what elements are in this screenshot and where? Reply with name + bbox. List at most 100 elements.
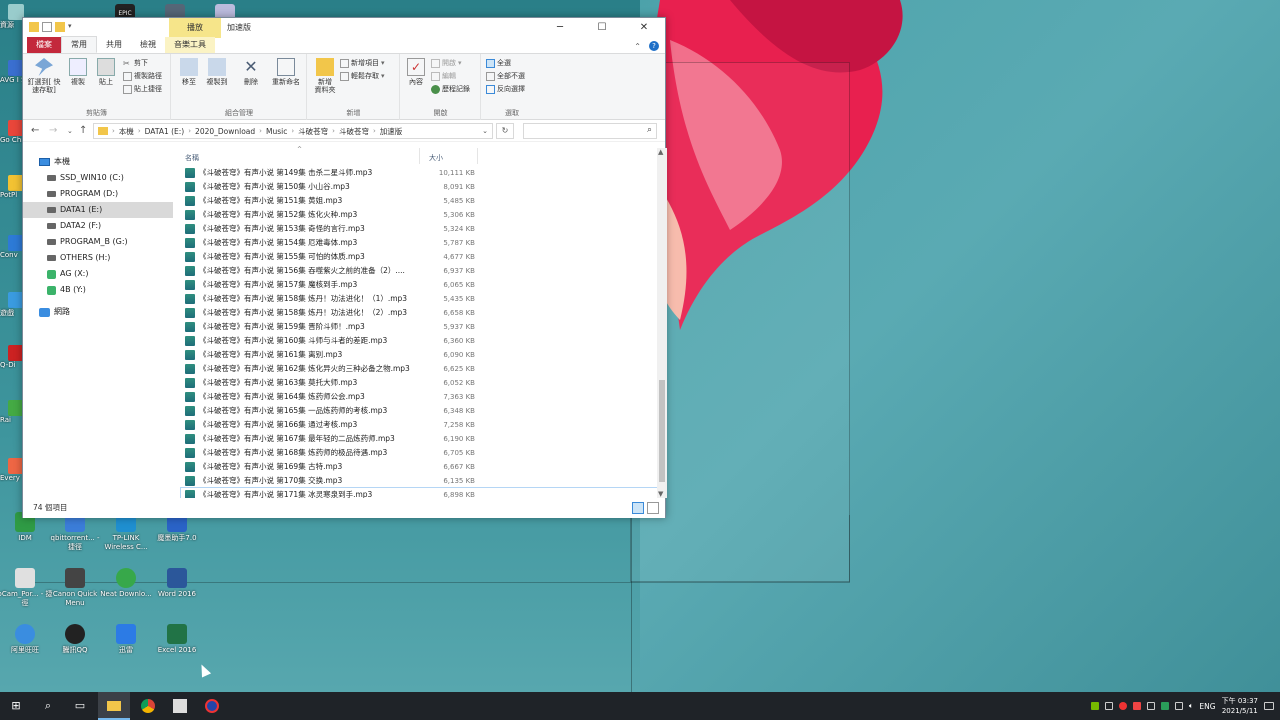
vertical-scrollbar[interactable]: ▲ ▼	[657, 148, 667, 498]
nav-item-drive-h[interactable]: OTHERS (H:)	[23, 250, 173, 266]
record-icon[interactable]	[1118, 702, 1127, 710]
file-row[interactable]: 《斗破苍穹》有声小说 第158集 炼丹！功法进化！（2）.mp3 6,658 KB	[181, 306, 657, 320]
taskbar-chrome[interactable]	[132, 692, 164, 720]
breadcrumb-item[interactable]: 斗破苍穹	[339, 126, 369, 137]
tab-file[interactable]: 檔案	[27, 37, 61, 53]
file-row[interactable]: 《斗破苍穹》有声小说 第156集 吞噬紫火之前的准备（2）.... 6,937 K…	[181, 264, 657, 278]
desktop-icon-neat[interactable]: Neat Downlo...	[98, 568, 154, 599]
column-size[interactable]: 大小	[429, 153, 443, 163]
cut-button[interactable]: ✂ 剪下	[123, 58, 148, 68]
taskbar-file-explorer[interactable]	[98, 692, 130, 720]
volume-icon[interactable]: 🔈︎	[1189, 701, 1194, 711]
details-view-button[interactable]	[632, 502, 644, 514]
refresh-button[interactable]: ↻	[496, 123, 514, 139]
properties-button[interactable]: ✓ 內容	[403, 58, 429, 86]
breadcrumb-item[interactable]: 加速版	[380, 126, 403, 137]
breadcrumb-item[interactable]: 2020_Download	[195, 127, 255, 136]
file-row[interactable]: 《斗破苍穹》有声小说 第159集 晋阶斗师！.mp3 5,937 KB	[181, 320, 657, 334]
nav-item-drive-e[interactable]: DATA1 (E:)	[23, 202, 173, 218]
column-name[interactable]: 名稱	[185, 153, 199, 163]
file-row[interactable]: 《斗破苍穹》有声小说 第149集 击杀二星斗师.mp3 10,111 KB	[181, 166, 657, 180]
input-language[interactable]: ENG	[1199, 702, 1215, 711]
properties-qat-icon[interactable]	[42, 22, 52, 32]
nav-item-this-pc[interactable]: 本機	[23, 154, 173, 170]
context-tab-play[interactable]: 播放	[169, 18, 221, 38]
file-row[interactable]: 《斗破苍穹》有声小说 第165集 一品炼药师的考核.mp3 6,348 KB	[181, 404, 657, 418]
address-dropdown-icon[interactable]: ⌄	[482, 127, 488, 135]
taskbar-app[interactable]	[164, 692, 196, 720]
breadcrumb-item[interactable]: Music	[266, 127, 287, 136]
tray-check-icon[interactable]	[1160, 702, 1169, 710]
tab-music-tools[interactable]: 音樂工具	[165, 37, 215, 53]
file-row[interactable]: 《斗破苍穹》有声小说 第162集 炼化异火的三种必备之物.mp3 6,625 KB	[181, 362, 657, 376]
file-row[interactable]: 《斗破苍穹》有声小说 第155集 可怕的体质.mp3 4,677 KB	[181, 250, 657, 264]
invert-selection-button[interactable]: 反向選擇	[486, 84, 525, 94]
breadcrumb-item[interactable]: 斗破苍穹	[298, 126, 328, 137]
scroll-down-icon[interactable]: ▼	[658, 490, 663, 498]
nav-item-drive-d[interactable]: PROGRAM (D:)	[23, 186, 173, 202]
file-row[interactable]: 《斗破苍穹》有声小说 第167集 最年轻的二品炼药师.mp3 6,190 KB	[181, 432, 657, 446]
up-button[interactable]: ↑	[79, 125, 87, 136]
rename-button[interactable]: 重新命名	[268, 58, 304, 86]
large-icons-view-button[interactable]	[647, 502, 659, 514]
nvidia-icon[interactable]	[1090, 702, 1099, 710]
file-row[interactable]: 《斗破苍穹》有声小说 第151集 黄姐.mp3 5,485 KB	[181, 194, 657, 208]
file-row[interactable]: 《斗破苍穹》有声小说 第160集 斗师与斗者的差距.mp3 6,360 KB	[181, 334, 657, 348]
minimize-button[interactable]: ─	[539, 18, 581, 38]
desktop-icon-excel[interactable]: Excel 2016	[149, 624, 205, 655]
new-folder-qat-icon[interactable]	[55, 22, 65, 32]
copy-button[interactable]: 複製	[65, 58, 91, 86]
file-row[interactable]: 《斗破苍穹》有声小说 第157集 魔核到手.mp3 6,065 KB	[181, 278, 657, 292]
search-taskbar-icon[interactable]: ⌕	[32, 692, 64, 720]
file-row[interactable]: 《斗破苍穹》有声小说 第164集 炼药师公会.mp3 7,363 KB	[181, 390, 657, 404]
file-row[interactable]: 《斗破苍穹》有声小说 第152集 炼化火种.mp3 5,306 KB	[181, 208, 657, 222]
scrollbar-thumb[interactable]	[659, 380, 665, 482]
notification-icon[interactable]	[1264, 702, 1274, 710]
tray-app-icon[interactable]	[1132, 702, 1141, 710]
easy-access-button[interactable]: 輕鬆存取 ▾	[340, 71, 385, 81]
desktop-icon-tplink[interactable]: TP-LINK Wireless C...	[98, 512, 154, 552]
desktop-icon-ocam[interactable]: oCam_Por... - 捷徑	[0, 568, 53, 608]
wifi-icon[interactable]	[1174, 702, 1183, 710]
open-button[interactable]: 開啟 ▾	[431, 58, 462, 68]
copy-path-button[interactable]: 複製路徑	[123, 71, 162, 81]
delete-button[interactable]: ✕ 刪除	[238, 58, 264, 87]
nav-item-drive-x[interactable]: AG (X:)	[23, 266, 173, 282]
recent-locations-button[interactable]: ⌄	[67, 127, 73, 135]
new-item-button[interactable]: 新增項目 ▾	[340, 58, 385, 68]
desktop-icon-word[interactable]: Word 2016	[149, 568, 205, 599]
file-row[interactable]: 《斗破苍穹》有声小说 第150集 小山谷.mp3 8,091 KB	[181, 180, 657, 194]
maximize-button[interactable]: ☐	[581, 18, 623, 38]
pin-quick-access-button[interactable]: 釘選到[ 快速存取]	[27, 58, 61, 94]
taskbar-ocam[interactable]	[196, 692, 228, 720]
nav-item-drive-g[interactable]: PROGRAM_B (G:)	[23, 234, 173, 250]
file-row[interactable]: 《斗破苍穹》有声小说 第161集 离别.mp3 6,090 KB	[181, 348, 657, 362]
tab-share[interactable]: 共用	[97, 37, 131, 53]
search-input[interactable]: ⌕	[523, 123, 657, 139]
copy-to-button[interactable]: 複製到	[204, 58, 230, 86]
back-button[interactable]: ←	[31, 125, 39, 136]
title-bar[interactable]: ▾ 播放 加速版 ─ ☐ ✕	[23, 18, 665, 38]
network-tray-icon[interactable]	[1104, 702, 1113, 710]
clock[interactable]: 下午 03:37 2021/5/11	[1222, 696, 1258, 716]
paste-shortcut-button[interactable]: 貼上捷徑	[123, 84, 162, 94]
paste-button[interactable]: 貼上	[93, 58, 119, 86]
desktop-icon-qq[interactable]: 騰訊QQ	[47, 624, 103, 655]
nav-item-drive-f[interactable]: DATA2 (F:)	[23, 218, 173, 234]
tray-checkbox-icon[interactable]	[1146, 702, 1155, 710]
file-row[interactable]: 《斗破苍穹》有声小说 第158集 炼丹！功法进化！（1）.mp3 5,435 KB	[181, 292, 657, 306]
nav-item-network[interactable]: 網路	[23, 304, 173, 320]
file-row[interactable]: 《斗破苍穹》有声小说 第168集 炼药师的极品待遇.mp3 6,705 KB	[181, 446, 657, 460]
nav-item-drive-y[interactable]: 4B (Y:)	[23, 282, 173, 298]
file-row[interactable]: 《斗破苍穹》有声小说 第169集 古特.mp3 6,667 KB	[181, 460, 657, 474]
file-row[interactable]: 《斗破苍穹》有声小说 第170集 交换.mp3 6,135 KB	[181, 474, 657, 488]
forward-button[interactable]: →	[49, 125, 57, 136]
tab-view[interactable]: 檢視	[131, 37, 165, 53]
customize-qat-icon[interactable]: ▾	[68, 22, 78, 32]
close-button[interactable]: ✕	[623, 18, 665, 38]
help-icon[interactable]: ?	[649, 41, 659, 51]
nav-item-drive-c[interactable]: SSD_WIN10 (C:)	[23, 170, 173, 186]
select-none-button[interactable]: 全部不選	[486, 71, 525, 81]
collapse-ribbon-icon[interactable]: ⌃	[634, 42, 641, 51]
desktop-icon-canon[interactable]: Canon Quick Menu	[47, 568, 103, 608]
